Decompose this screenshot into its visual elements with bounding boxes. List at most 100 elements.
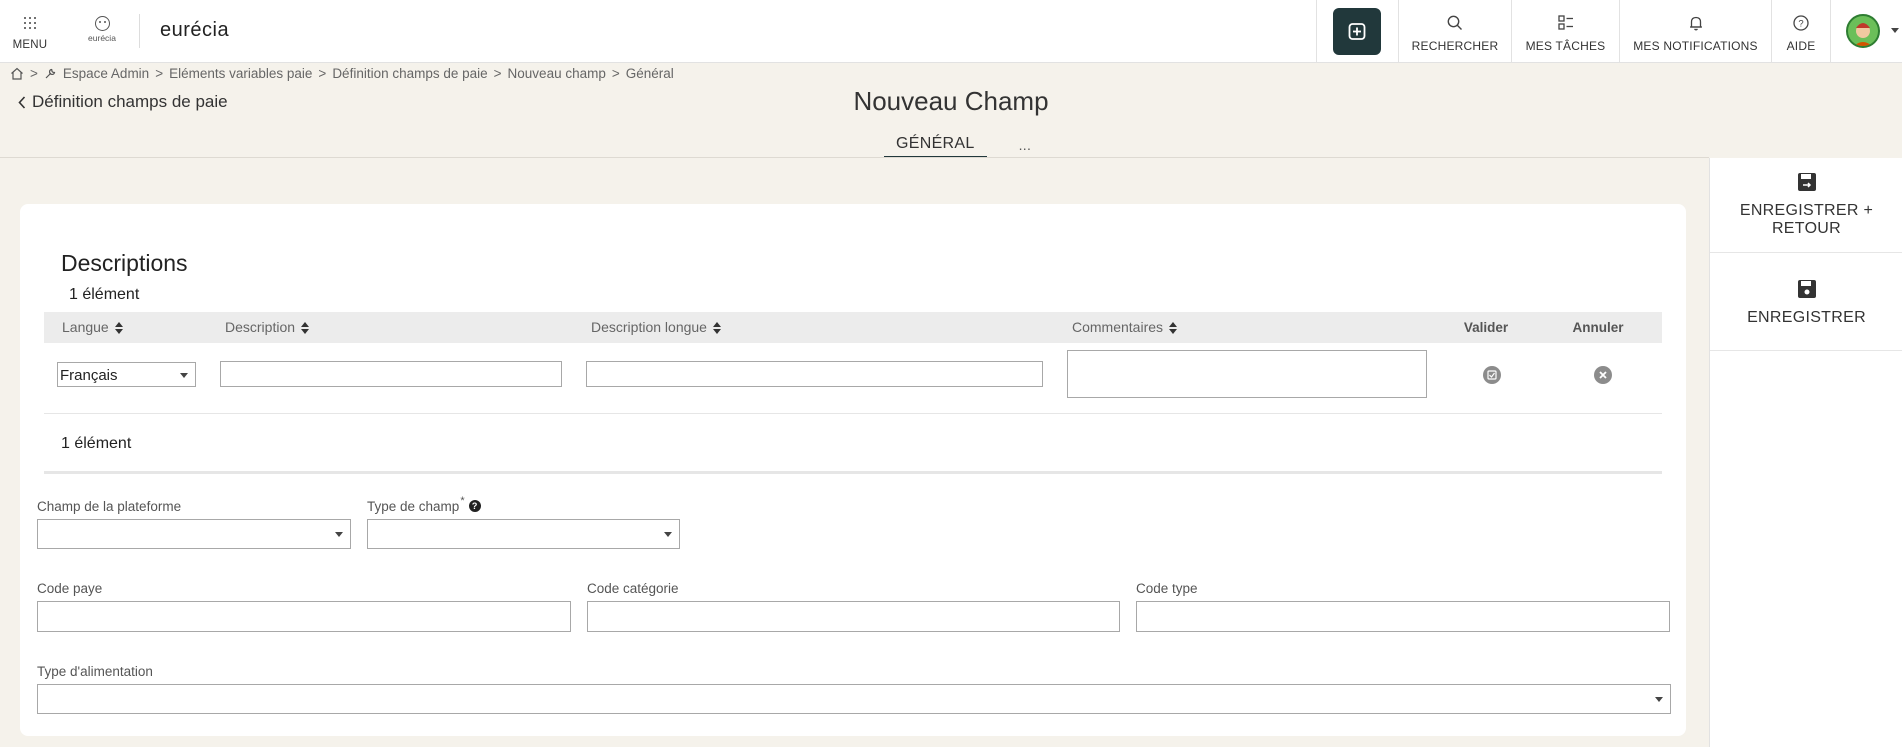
- add-button[interactable]: [1333, 8, 1381, 55]
- code-categorie-input[interactable]: [587, 601, 1120, 632]
- smiley-icon: [94, 16, 110, 31]
- description-longue-input[interactable]: [586, 361, 1043, 387]
- tab-general[interactable]: GÉNÉRAL: [884, 132, 987, 158]
- svg-text:?: ?: [1798, 19, 1803, 30]
- champ-plateforme-label: Champ de la plateforme: [37, 499, 182, 514]
- page-title: Nouveau Champ: [853, 86, 1049, 116]
- help-icon[interactable]: ?: [468, 500, 481, 513]
- plus-square-icon: [1348, 23, 1366, 40]
- commentaires-textarea[interactable]: [1067, 350, 1427, 398]
- type-champ-label-text: Type de champ: [367, 499, 460, 514]
- nav-tasks[interactable]: MES TÂCHES: [1511, 0, 1619, 63]
- tab-bar: GÉNÉRAL ...: [884, 132, 1043, 158]
- column-label: Commentaires: [1072, 319, 1164, 335]
- type-alimentation-select[interactable]: [37, 684, 1671, 714]
- breadcrumb-item[interactable]: Nouveau champ: [508, 66, 606, 81]
- code-type-label: Code type: [1136, 581, 1198, 596]
- chevron-down-icon: [664, 532, 672, 537]
- type-alimentation-label: Type d'alimentation: [37, 664, 153, 679]
- eurecia-logo[interactable]: eurécia: [82, 16, 122, 46]
- divider: [0, 157, 1709, 158]
- actions-panel: ENREGISTRER + RETOUR ENREGISTRER: [1709, 158, 1902, 747]
- langue-select[interactable]: Français: [57, 362, 196, 387]
- logo-text: eurécia: [88, 33, 116, 43]
- divider: [139, 14, 140, 48]
- column-header-description-longue[interactable]: Description longue: [591, 312, 721, 343]
- search-icon: [1447, 15, 1462, 30]
- description-input[interactable]: [220, 361, 562, 387]
- top-bar: MENU eurécia eurécia RECHERCHER MES TÂCH…: [0, 0, 1902, 63]
- type-champ-select[interactable]: [367, 519, 680, 549]
- code-paye-label: Code paye: [37, 581, 103, 596]
- sort-icon: [301, 322, 310, 335]
- save-return-label: ENREGISTRER + RETOUR: [1739, 202, 1874, 237]
- section-title: Descriptions: [61, 250, 188, 276]
- breadcrumb-sep: >: [611, 66, 620, 81]
- row-divider: [44, 413, 1662, 414]
- tasks-icon: [1557, 15, 1573, 30]
- chevron-down-icon[interactable]: [1891, 28, 1899, 33]
- breadcrumb-sep: >: [155, 66, 164, 81]
- save-return-icon: [1797, 173, 1816, 191]
- code-categorie-label: Code catégorie: [587, 581, 679, 596]
- item-count: 1 élément: [61, 435, 132, 452]
- main-card: Descriptions 1 élément Langue Descriptio…: [20, 204, 1686, 736]
- sort-icon: [1169, 322, 1178, 335]
- close-icon: [1599, 371, 1607, 379]
- sort-icon: [114, 322, 123, 335]
- nav-search-label: RECHERCHER: [1411, 39, 1499, 53]
- menu-button[interactable]: MENU: [0, 0, 60, 63]
- column-header-valider: Valider: [1463, 320, 1509, 335]
- breadcrumb-sep: >: [493, 66, 502, 81]
- required-marker: *: [460, 495, 465, 507]
- nav-help[interactable]: ? AIDE: [1771, 0, 1830, 63]
- nav-notifications[interactable]: MES NOTIFICATIONS: [1619, 0, 1771, 63]
- chevron-down-icon: [180, 373, 188, 378]
- column-header-annuler: Annuler: [1572, 320, 1624, 335]
- save-icon: [1797, 280, 1816, 298]
- breadcrumb-item[interactable]: Espace Admin: [63, 66, 149, 81]
- menu-label: MENU: [12, 39, 48, 51]
- column-header-langue[interactable]: Langue: [62, 312, 123, 343]
- cancel-button[interactable]: [1594, 366, 1612, 384]
- validate-button[interactable]: [1483, 366, 1501, 384]
- column-header-description[interactable]: Description: [225, 312, 310, 343]
- column-header-commentaires[interactable]: Commentaires: [1072, 312, 1178, 343]
- breadcrumb: > Espace Admin > Eléments variables paie…: [10, 66, 674, 81]
- tab-more[interactable]: ...: [1007, 132, 1044, 158]
- nav-notifications-label: MES NOTIFICATIONS: [1633, 39, 1758, 53]
- help-icon: ?: [1793, 15, 1809, 31]
- column-label: Langue: [62, 319, 109, 335]
- nav-tasks-label: MES TÂCHES: [1525, 39, 1606, 53]
- section-divider: [44, 471, 1662, 474]
- wrench-icon: [45, 68, 56, 79]
- breadcrumb-sep: >: [318, 66, 327, 81]
- bell-icon: [1689, 16, 1702, 31]
- chevron-down-icon: [335, 532, 343, 537]
- nav-search[interactable]: RECHERCHER: [1398, 0, 1511, 63]
- save-return-button[interactable]: ENREGISTRER + RETOUR: [1710, 158, 1902, 253]
- check-icon: [1487, 370, 1497, 380]
- grid-menu-icon: [24, 17, 36, 29]
- avatar[interactable]: [1846, 14, 1880, 48]
- home-icon[interactable]: [10, 67, 24, 80]
- langue-value: Français: [60, 367, 118, 384]
- table-header: Langue Description Description longue Co…: [44, 312, 1662, 343]
- nav-help-label: AIDE: [1786, 39, 1816, 53]
- breadcrumb-sep: >: [30, 66, 38, 81]
- breadcrumb-item[interactable]: Eléments variables paie: [169, 66, 312, 81]
- save-label: ENREGISTRER: [1747, 309, 1866, 326]
- sort-icon: [712, 322, 721, 335]
- column-label: Description longue: [591, 319, 707, 335]
- code-paye-input[interactable]: [37, 601, 571, 632]
- champ-plateforme-select[interactable]: [37, 519, 351, 549]
- breadcrumb-item[interactable]: Définition champs de paie: [332, 66, 487, 81]
- breadcrumb-item: Général: [625, 66, 674, 81]
- chevron-down-icon: [1655, 697, 1663, 702]
- save-button[interactable]: ENREGISTRER: [1710, 253, 1902, 351]
- column-label: Description: [225, 319, 296, 335]
- code-type-input[interactable]: [1136, 601, 1670, 632]
- brand-name: eurécia: [160, 19, 230, 41]
- item-count: 1 élément: [69, 286, 140, 303]
- type-champ-label: Type de champ*?: [367, 495, 481, 514]
